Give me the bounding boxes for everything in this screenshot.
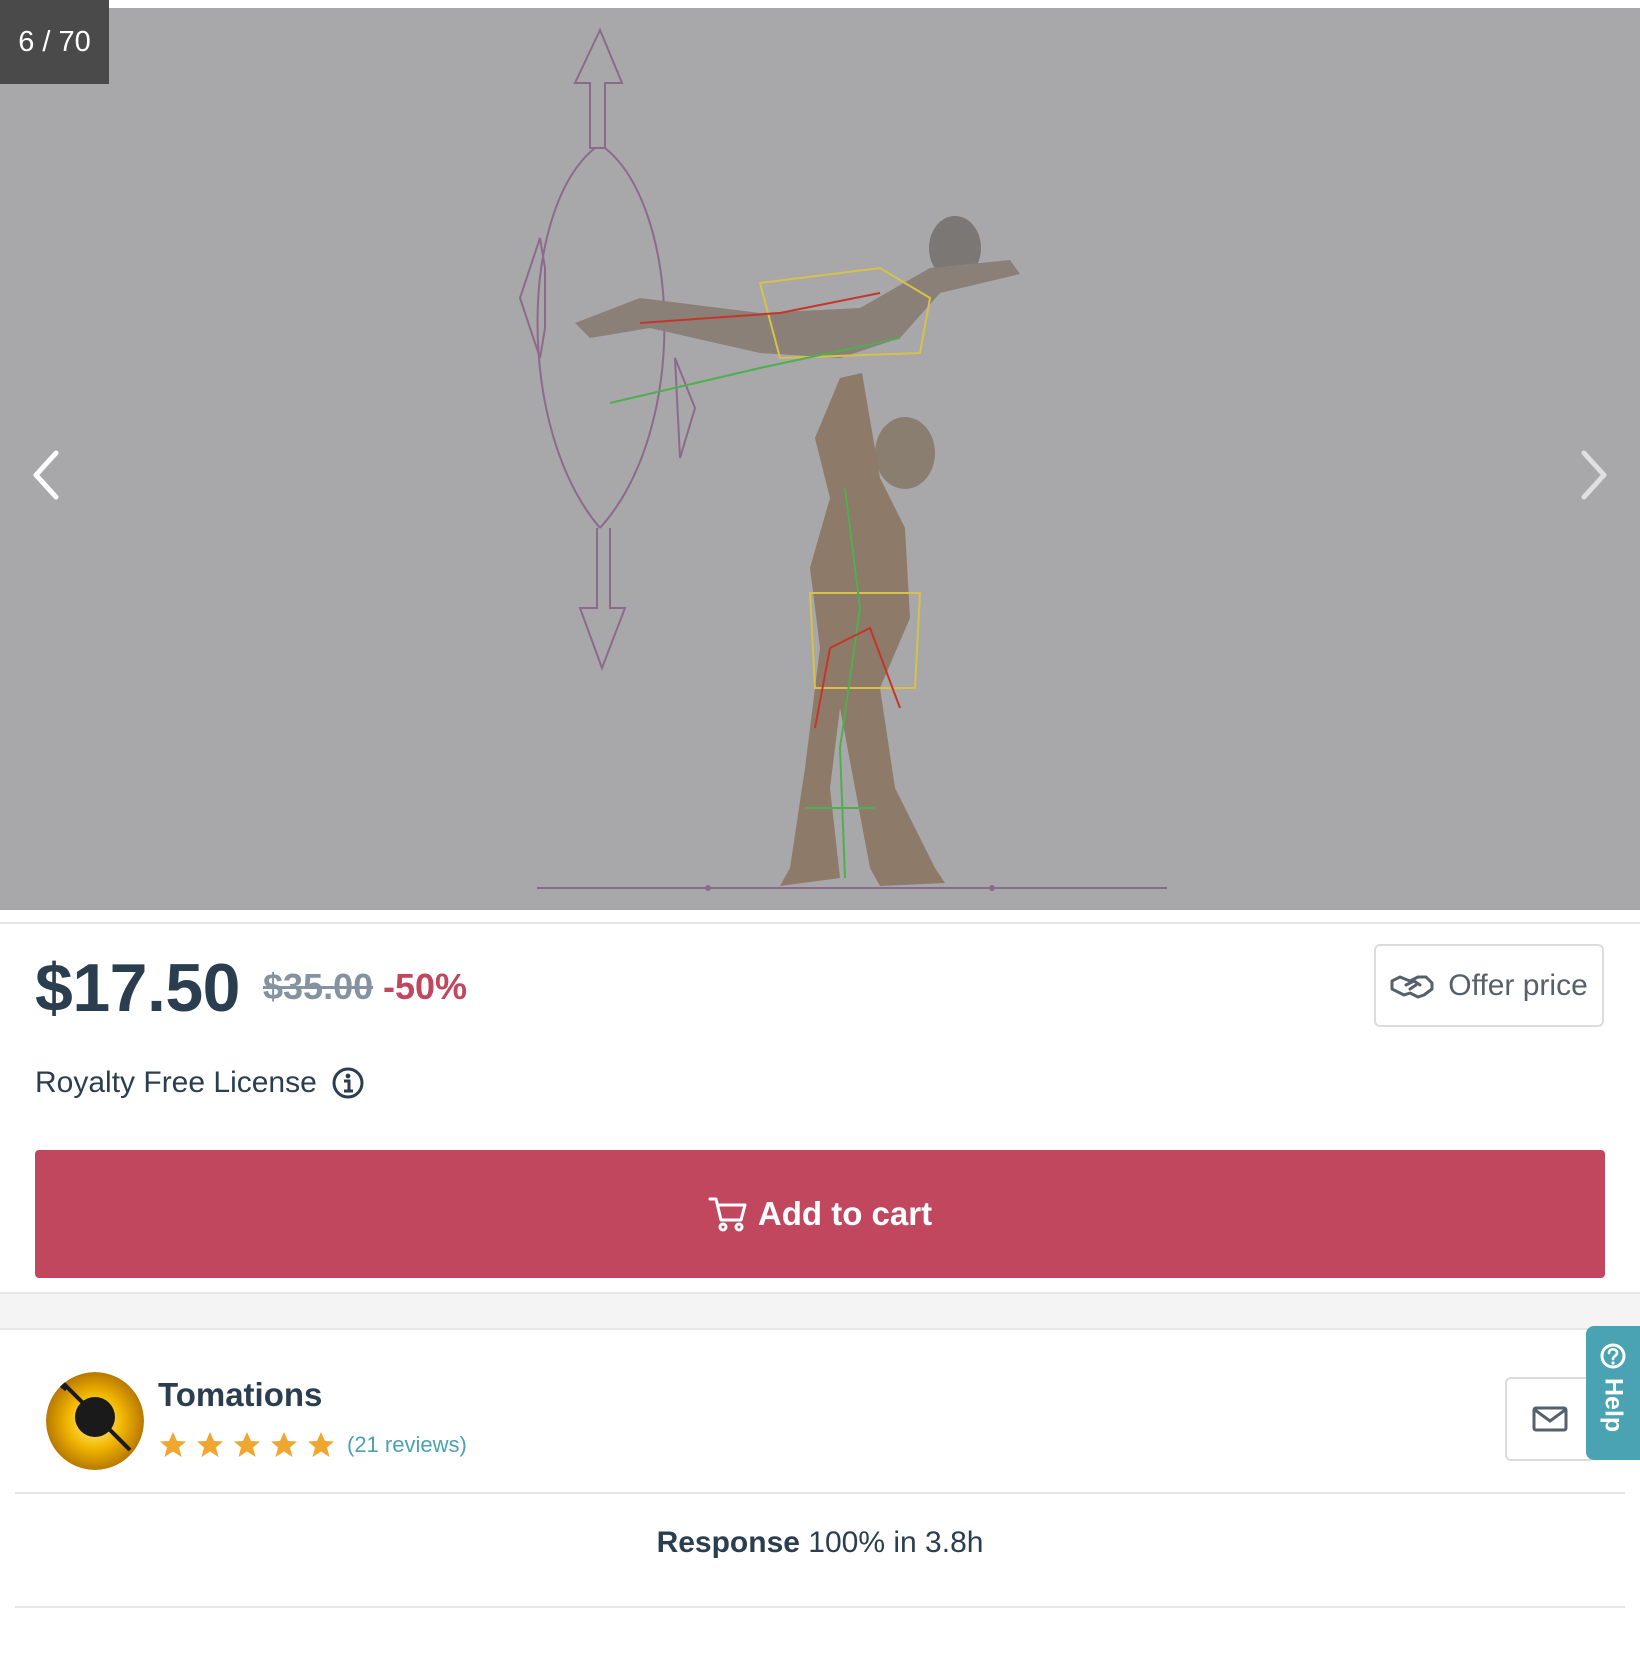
help-label: Help xyxy=(1599,1378,1628,1433)
original-price: $35.00 xyxy=(263,966,374,1007)
chevron-right-icon xyxy=(1581,450,1607,500)
star-icon xyxy=(232,1430,262,1460)
add-to-cart-label: Add to cart xyxy=(757,1195,933,1232)
star-icon xyxy=(306,1430,336,1460)
seller-panel: Tomations (21 reviews) Help Response 100… xyxy=(0,1326,1640,1658)
discount-badge: -50% xyxy=(383,966,468,1007)
handshake-icon xyxy=(1390,975,1434,998)
chevron-left-icon xyxy=(33,450,59,500)
product-image[interactable] xyxy=(0,8,1640,910)
reviews-link[interactable]: (21 reviews) xyxy=(347,1432,467,1458)
divider xyxy=(15,1606,1625,1608)
section-spacer xyxy=(0,1294,1640,1328)
seller-rating: (21 reviews) xyxy=(158,1430,467,1460)
next-image-button[interactable] xyxy=(1564,440,1624,510)
help-tab[interactable]: Help xyxy=(1586,1326,1640,1460)
response-value: 100% in 3.8h xyxy=(808,1526,984,1559)
current-price: $17.50 xyxy=(35,950,240,1026)
envelope-icon xyxy=(1532,1406,1568,1432)
response-label: Response xyxy=(656,1526,800,1559)
cart-icon xyxy=(708,1197,747,1232)
response-stat: Response 100% in 3.8h xyxy=(0,1526,1640,1560)
offer-price-label: Offer price xyxy=(1448,968,1588,1002)
license-label: Royalty Free License xyxy=(35,1066,317,1099)
add-to-cart-button[interactable]: Add to cart xyxy=(35,1150,1605,1278)
seller-avatar[interactable] xyxy=(46,1372,144,1470)
purchase-panel: $17.50 $35.00 -50% Offer price Royalty F… xyxy=(0,922,1640,1294)
license-row: Royalty Free License xyxy=(35,1066,365,1100)
star-icon xyxy=(158,1430,188,1460)
star-icon xyxy=(269,1430,299,1460)
rig-preview-illustration xyxy=(518,27,1167,891)
offer-price-button[interactable]: Offer price xyxy=(1374,944,1604,1027)
previous-image-button[interactable] xyxy=(16,440,76,510)
message-seller-button[interactable] xyxy=(1505,1377,1595,1461)
divider xyxy=(15,1492,1625,1494)
star-icon xyxy=(195,1430,225,1460)
image-counter: 6 / 70 xyxy=(0,0,109,84)
product-gallery: 6 / 70 xyxy=(0,0,1640,910)
seller-name[interactable]: Tomations xyxy=(158,1376,322,1414)
info-icon[interactable] xyxy=(331,1066,365,1100)
question-circle-icon xyxy=(1600,1343,1626,1369)
